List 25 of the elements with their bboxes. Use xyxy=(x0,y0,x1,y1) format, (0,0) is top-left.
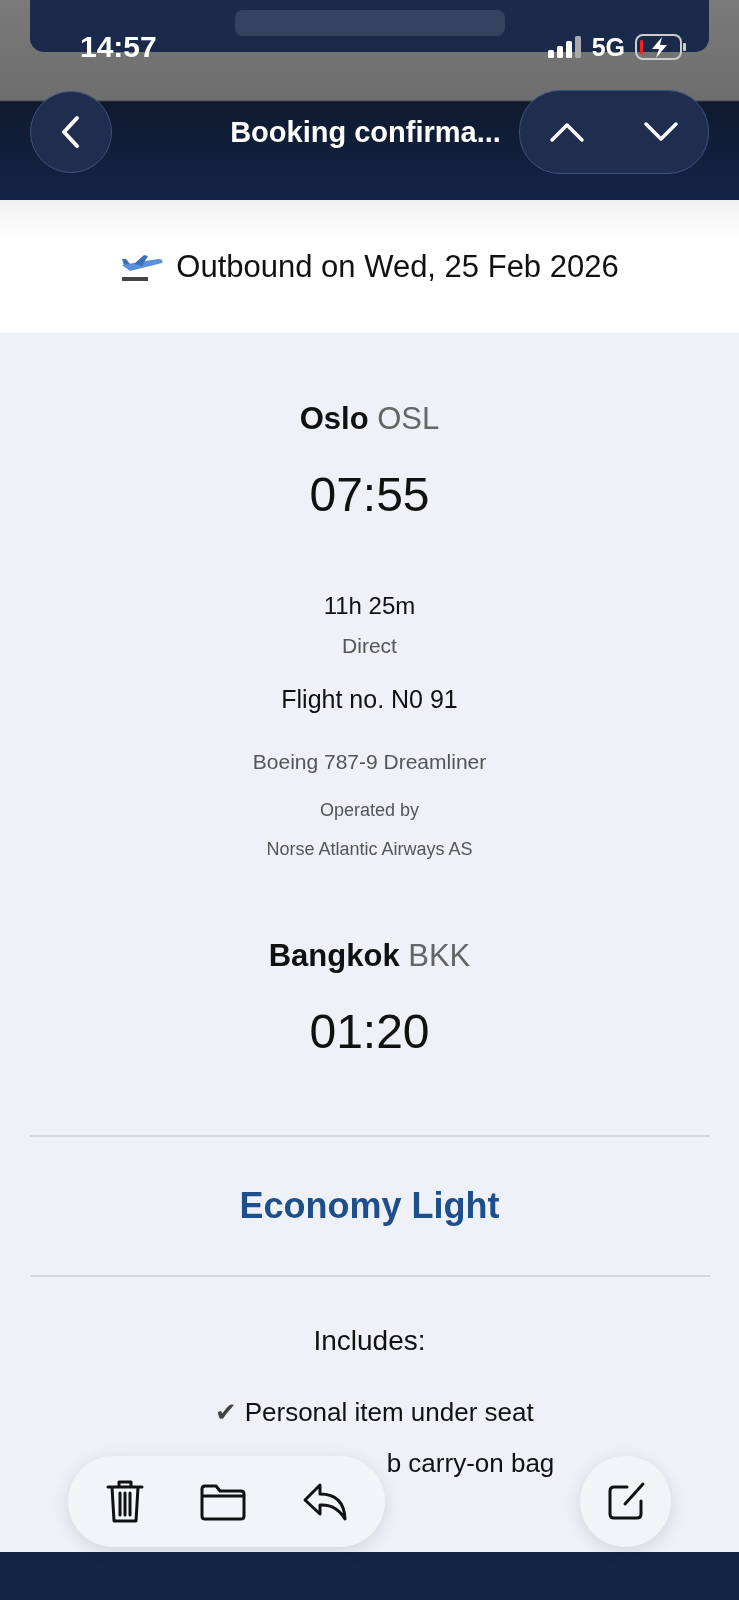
operator-name: Norse Atlantic Airways AS xyxy=(266,839,473,860)
aircraft-type: Boeing 787-9 Dreamliner xyxy=(252,750,487,774)
chevron-up-icon xyxy=(549,121,585,143)
departure-city: Oslo OSL xyxy=(299,401,440,437)
nav-title: Booking confirma... xyxy=(230,115,501,149)
status-time: 14:57 xyxy=(80,30,157,64)
operated-by-label: Operated by xyxy=(319,800,420,821)
network-label: 5G xyxy=(591,32,625,62)
arrival-time: 01:20 xyxy=(309,1004,430,1059)
outbound-date: Outbound on Wed, 25 Feb 2026 xyxy=(176,248,619,285)
reply-icon xyxy=(301,1481,348,1522)
flight-duration: 11h 25m xyxy=(323,592,416,620)
included-item: ✔ Personal item under seat xyxy=(214,1397,534,1428)
flight-number: Flight no. N0 91 xyxy=(281,685,458,714)
fare-name: Economy Light xyxy=(239,1185,500,1227)
signal-icon xyxy=(547,36,582,58)
included-item: b carry-on bag xyxy=(386,1448,555,1479)
stops-label: Direct xyxy=(342,634,397,658)
battery-charging-icon xyxy=(635,34,687,60)
arrival-city: Bangkok BKK xyxy=(268,938,471,974)
departure-time: 07:55 xyxy=(309,467,430,522)
trash-icon xyxy=(105,1478,146,1525)
chevron-down-icon xyxy=(643,121,679,143)
includes-label: Includes: xyxy=(313,1325,426,1357)
folder-icon xyxy=(199,1482,248,1521)
